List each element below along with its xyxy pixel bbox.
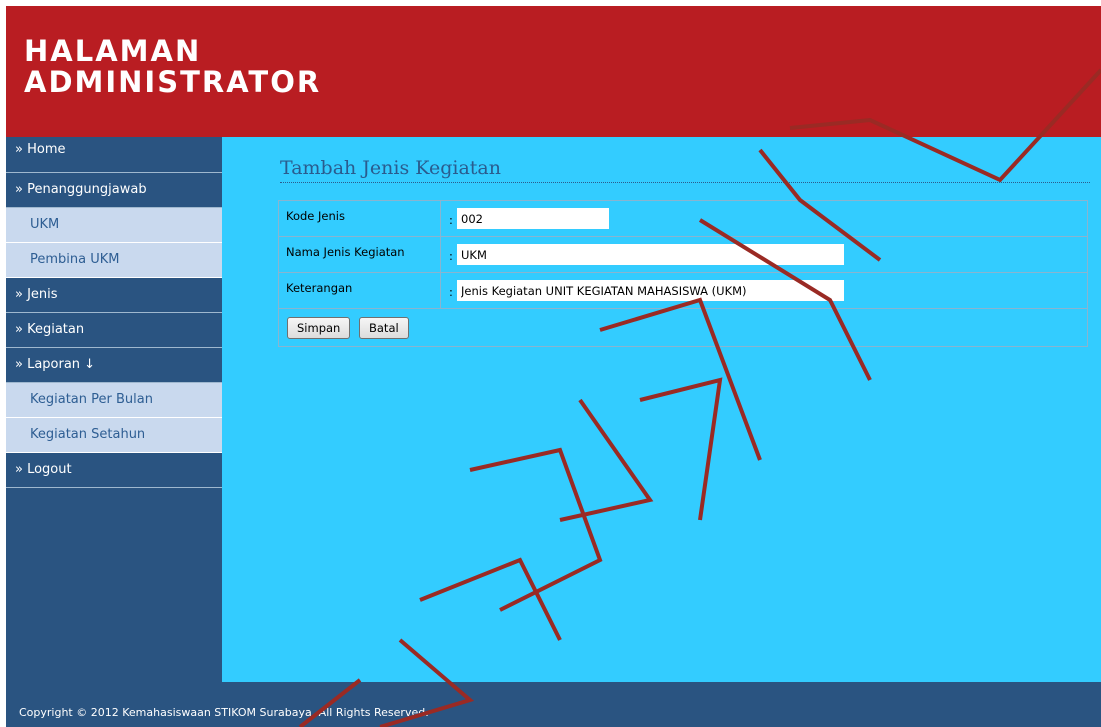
sidebar-item-jenis[interactable]: » Jenis (6, 278, 222, 313)
sidebar-item-label: UKM (30, 217, 60, 232)
sidebar-item-kegiatan-per-bulan[interactable]: Kegiatan Per Bulan (6, 383, 222, 418)
form-row-keterangan: Keterangan : (279, 273, 1087, 309)
sidebar-item-label: » Laporan ↓ (15, 357, 96, 372)
sidebar-item-label: Pembina UKM (30, 252, 120, 267)
form-row-kode-jenis: Kode Jenis : (279, 201, 1087, 237)
separator-colon: : (449, 213, 453, 227)
nama-jenis-input[interactable] (457, 244, 844, 265)
kode-jenis-input[interactable] (457, 208, 609, 229)
keterangan-label: Keterangan (279, 273, 441, 308)
kode-jenis-label: Kode Jenis (279, 201, 441, 236)
save-button[interactable]: Simpan (287, 317, 351, 339)
footer: Copyright © 2012 Kemahasiswaan STIKOM Su… (6, 682, 1101, 727)
page-title: Tambah Jenis Kegiatan (280, 157, 1090, 183)
sidebar-item-label: » Jenis (15, 287, 58, 302)
form-row-actions: Simpan Batal (279, 309, 1087, 347)
sidebar-item-label: » Logout (15, 462, 72, 477)
separator-colon: : (449, 249, 453, 263)
keterangan-input[interactable] (457, 280, 844, 301)
sidebar-menu: » Home » Penanggungjawab UKM Pembina UKM… (6, 137, 222, 682)
sidebar-item-pembina-ukm[interactable]: Pembina UKM (6, 243, 222, 278)
sidebar-item-home[interactable]: » Home (6, 137, 222, 173)
copyright-text: Copyright © 2012 Kemahasiswaan STIKOM Su… (19, 706, 429, 719)
sidebar-item-logout[interactable]: » Logout (6, 453, 222, 488)
jenis-kegiatan-form: Kode Jenis : Nama Jenis Kegiatan : Keter… (278, 200, 1088, 347)
sidebar-item-label: Kegiatan Setahun (30, 427, 146, 442)
sidebar-item-kegiatan-setahun[interactable]: Kegiatan Setahun (6, 418, 222, 453)
page-frame: HALAMAN ADMINISTRATOR » Home » Penanggun… (6, 6, 1101, 727)
sidebar-item-penanggungjawab[interactable]: » Penanggungjawab (6, 173, 222, 208)
sidebar-item-laporan[interactable]: » Laporan ↓ (6, 348, 222, 383)
cancel-button[interactable]: Batal (359, 317, 409, 339)
sidebar-item-label: » Penanggungjawab (15, 182, 147, 197)
sidebar-item-label: » Home (15, 142, 66, 157)
header-banner: HALAMAN ADMINISTRATOR (6, 6, 1101, 137)
sidebar-item-label: » Kegiatan (15, 322, 85, 337)
sidebar-item-ukm[interactable]: UKM (6, 208, 222, 243)
sidebar-item-label: Kegiatan Per Bulan (30, 392, 153, 407)
sidebar-item-kegiatan[interactable]: » Kegiatan (6, 313, 222, 348)
form-row-nama-jenis: Nama Jenis Kegiatan : (279, 237, 1087, 273)
separator-colon: : (449, 285, 453, 299)
site-title: HALAMAN ADMINISTRATOR (24, 34, 322, 99)
nama-jenis-label: Nama Jenis Kegiatan (279, 237, 441, 272)
